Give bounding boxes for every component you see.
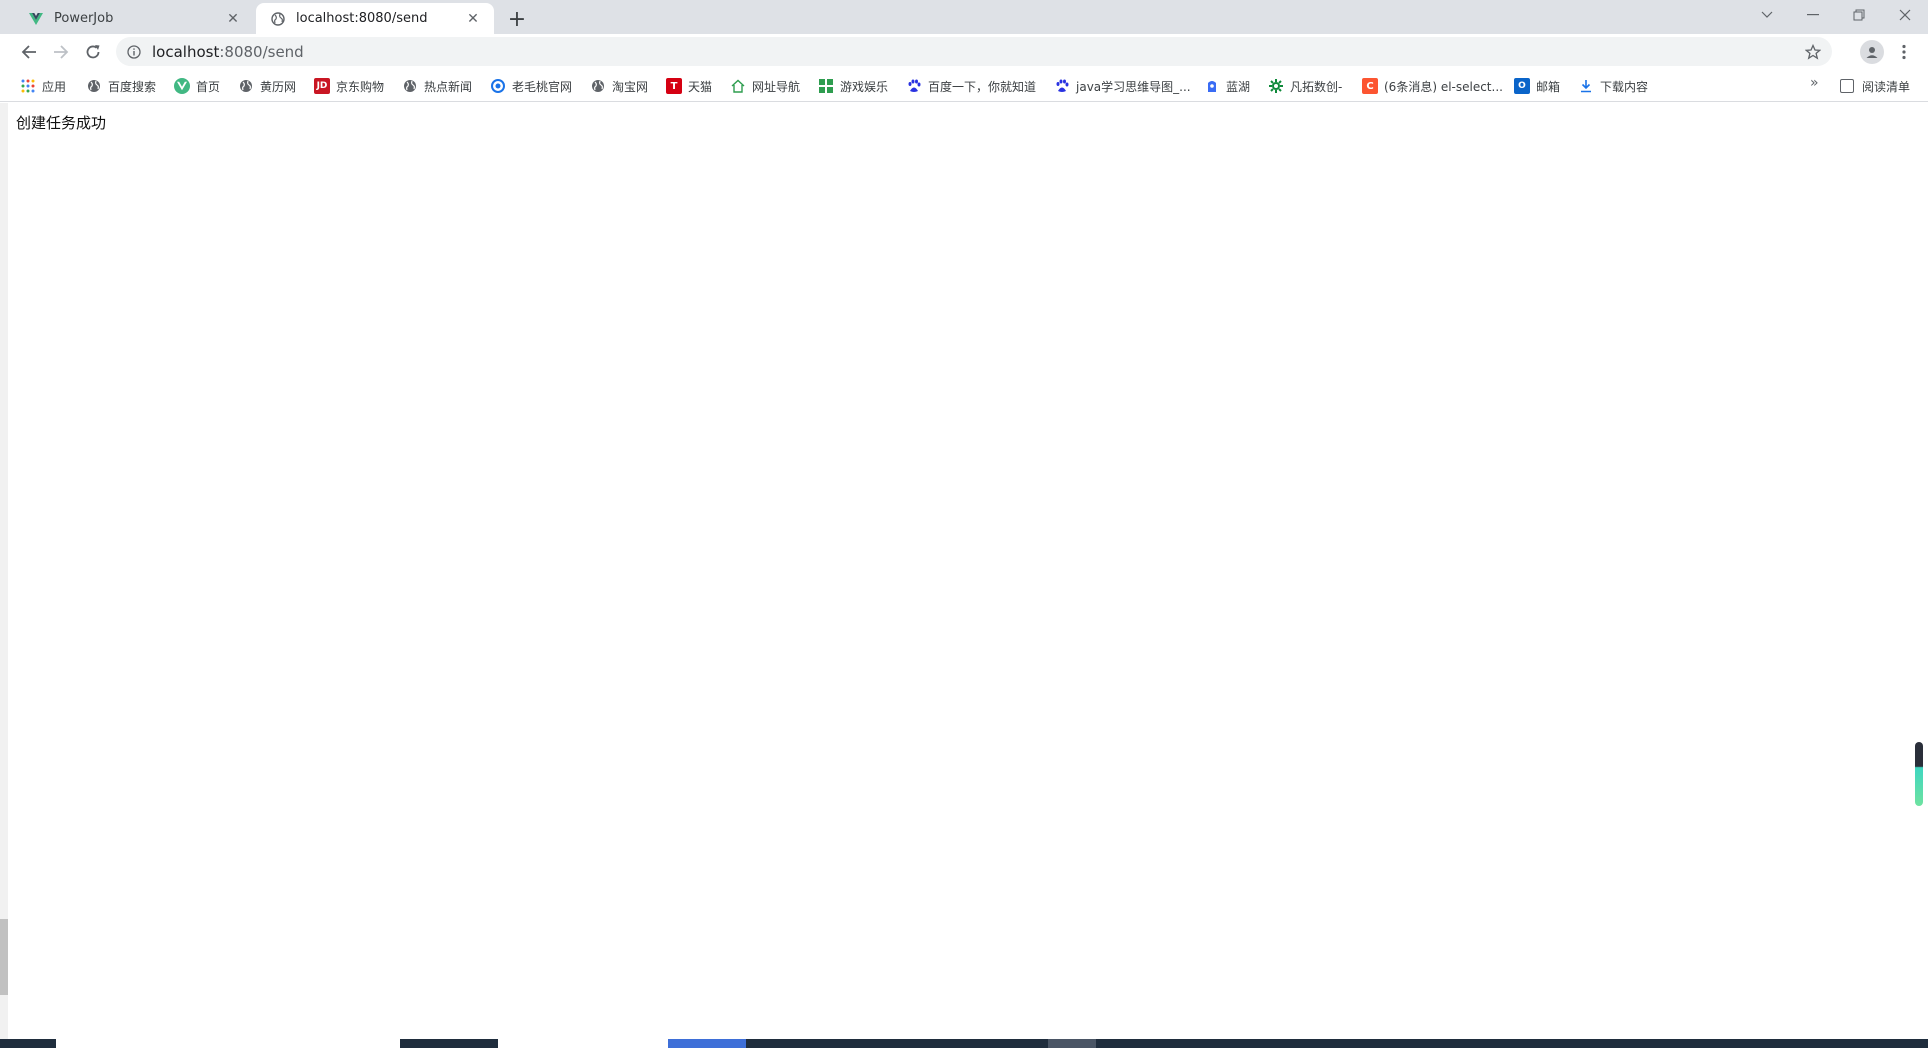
globe-icon bbox=[238, 78, 254, 94]
globe-icon bbox=[590, 78, 606, 94]
tab-powerjob[interactable]: PowerJob ✕ bbox=[14, 3, 254, 34]
gear-icon bbox=[1268, 78, 1284, 94]
bookmark-apps[interactable]: 应用 bbox=[20, 75, 66, 97]
grid-icon bbox=[818, 78, 834, 94]
bookmark-taobao[interactable]: 淘宝网 bbox=[590, 75, 648, 97]
page-content bbox=[0, 103, 1928, 1039]
bookmark-downloads[interactable]: 下载内容 bbox=[1578, 75, 1648, 97]
bookmark-baidu-search[interactable]: 百度搜索 bbox=[86, 75, 156, 97]
bookmark-label: 百度一下，你就知道 bbox=[928, 79, 1037, 94]
scrollbar-thumb[interactable] bbox=[0, 919, 8, 995]
bookmark-hot-news[interactable]: 热点新闻 bbox=[402, 75, 472, 97]
csdn-icon: C bbox=[1362, 78, 1378, 94]
taskbar-item[interactable] bbox=[1048, 1039, 1096, 1048]
reload-icon[interactable] bbox=[78, 37, 108, 67]
new-tab-button[interactable]: + bbox=[504, 6, 530, 32]
vue-logo-icon bbox=[28, 11, 44, 27]
tab-localhost-send[interactable]: localhost:8080/send ✕ bbox=[256, 3, 494, 34]
bookmark-label: 下载内容 bbox=[1600, 79, 1649, 94]
bookmark-label: 老毛桃官网 bbox=[512, 79, 573, 94]
outlook-icon: O bbox=[1514, 78, 1530, 94]
bookmark-label: 网址导航 bbox=[752, 79, 801, 94]
forward-icon[interactable] bbox=[46, 37, 76, 67]
bookmark-label: 凡拓数创- bbox=[1290, 79, 1343, 94]
bookmark-label: 百度搜索 bbox=[108, 79, 157, 94]
bookmarks-bar: 应用 百度搜索 首页 黄历网 JD 京东购物 热点新闻 老毛桃官网 淘宝网 T … bbox=[0, 69, 1928, 102]
globe-icon bbox=[402, 78, 418, 94]
bookmark-java-mindmap[interactable]: java学习思维导图_... bbox=[1054, 75, 1191, 97]
bookmark-label: (6条消息) el-select... bbox=[1384, 79, 1503, 94]
globe-icon bbox=[86, 78, 102, 94]
left-scrollbar[interactable] bbox=[0, 103, 8, 1039]
taskbar-item[interactable] bbox=[498, 1039, 668, 1048]
reading-list-button[interactable]: 阅读清单 bbox=[1840, 75, 1910, 97]
bookmark-label: 首页 bbox=[196, 79, 221, 94]
bookmark-label: 热点新闻 bbox=[424, 79, 473, 94]
url-path: :8080/send bbox=[219, 42, 304, 61]
reading-list-icon bbox=[1840, 79, 1854, 93]
baidu-paw-icon bbox=[906, 78, 922, 94]
reading-list-label: 阅读清单 bbox=[1862, 79, 1911, 94]
bookmark-tmall[interactable]: T 天猫 bbox=[666, 75, 712, 97]
tab-title: localhost:8080/send bbox=[296, 11, 428, 26]
os-taskbar bbox=[0, 1039, 1928, 1048]
bookmark-label: 蓝湖 bbox=[1226, 79, 1251, 94]
taskbar-item-active[interactable] bbox=[668, 1039, 746, 1048]
bookmark-jd[interactable]: JD 京东购物 bbox=[314, 75, 384, 97]
floating-side-widget[interactable] bbox=[1915, 742, 1923, 806]
lanhu-icon bbox=[1204, 78, 1220, 94]
bookmarks-overflow-icon[interactable]: » bbox=[1810, 75, 1819, 91]
close-tab-icon[interactable]: ✕ bbox=[224, 10, 242, 28]
bookmark-star-icon[interactable] bbox=[1804, 43, 1822, 61]
browser-toolbar: localhost:8080/send bbox=[0, 34, 1928, 69]
bookmark-huangli[interactable]: 黄历网 bbox=[238, 75, 296, 97]
restore-icon[interactable] bbox=[1836, 0, 1882, 30]
close-window-icon[interactable] bbox=[1882, 0, 1928, 30]
profile-avatar-icon[interactable] bbox=[1860, 40, 1884, 64]
bookmark-games[interactable]: 游戏娱乐 bbox=[818, 75, 888, 97]
url-host: localhost bbox=[152, 42, 220, 61]
bookmark-label: 京东购物 bbox=[336, 79, 385, 94]
circle-icon bbox=[490, 78, 506, 94]
bookmark-csdn[interactable]: C (6条消息) el-select... bbox=[1362, 75, 1503, 97]
bookmark-label: 邮箱 bbox=[1536, 79, 1561, 94]
baidu-paw-icon bbox=[1054, 78, 1070, 94]
minimize-icon[interactable] bbox=[1790, 0, 1836, 30]
bookmark-laomaotao[interactable]: 老毛桃官网 bbox=[490, 75, 572, 97]
address-text: localhost:8080/send bbox=[152, 43, 304, 61]
bookmark-lanhu[interactable]: 蓝湖 bbox=[1204, 75, 1250, 97]
jd-icon: JD bbox=[314, 78, 330, 94]
bookmark-label: 天猫 bbox=[688, 79, 713, 94]
bookmark-label: java学习思维导图_... bbox=[1076, 79, 1191, 94]
download-icon bbox=[1578, 78, 1594, 94]
apps-grid-icon bbox=[20, 78, 36, 94]
bookmark-baidu[interactable]: 百度一下，你就知道 bbox=[906, 75, 1036, 97]
taskbar-item[interactable] bbox=[56, 1039, 400, 1048]
tab-search-icon[interactable] bbox=[1744, 0, 1790, 30]
success-message: 创建任务成功 bbox=[16, 114, 107, 132]
bookmark-label: 游戏娱乐 bbox=[840, 79, 889, 94]
info-icon[interactable] bbox=[126, 44, 142, 60]
kebab-menu-icon[interactable] bbox=[1896, 40, 1912, 64]
bookmark-fantuo[interactable]: 凡拓数创- bbox=[1268, 75, 1342, 97]
bookmark-label: 应用 bbox=[42, 79, 67, 94]
tab-strip: PowerJob ✕ localhost:8080/send ✕ + bbox=[0, 0, 1928, 34]
bookmark-label: 黄历网 bbox=[260, 79, 297, 94]
house-icon bbox=[730, 78, 746, 94]
bookmark-site-nav[interactable]: 网址导航 bbox=[730, 75, 800, 97]
bookmark-mail[interactable]: O 邮箱 bbox=[1514, 75, 1560, 97]
bookmark-label: 淘宝网 bbox=[612, 79, 649, 94]
back-icon[interactable] bbox=[14, 37, 44, 67]
tab-title: PowerJob bbox=[54, 11, 114, 26]
tmall-icon: T bbox=[666, 78, 682, 94]
vue-logo-icon bbox=[174, 78, 190, 94]
close-tab-icon[interactable]: ✕ bbox=[464, 10, 482, 28]
bookmark-home[interactable]: 首页 bbox=[174, 75, 220, 97]
globe-icon bbox=[270, 11, 286, 27]
address-bar[interactable]: localhost:8080/send bbox=[116, 37, 1832, 66]
